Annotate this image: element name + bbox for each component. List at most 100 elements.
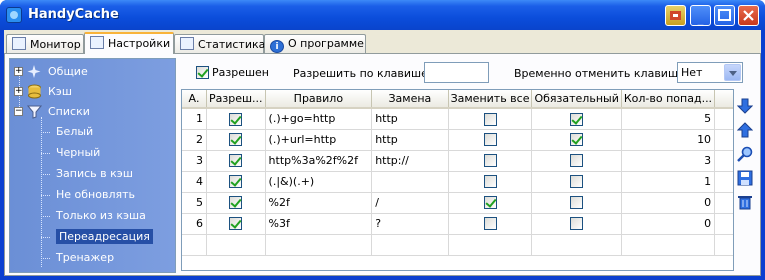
cell-enabled[interactable] (206, 108, 266, 130)
close-button[interactable] (738, 5, 759, 26)
cell-number[interactable]: 3 (182, 150, 208, 172)
cell-rule[interactable]: (.)+go=http (265, 108, 373, 130)
cell-required[interactable] (531, 108, 622, 130)
tree-item-lists[interactable]: − Списки (10, 102, 175, 122)
cell-hits[interactable]: 10 (621, 129, 716, 151)
cell-rule[interactable]: http%3a%2f%2f (265, 150, 373, 172)
cell-required[interactable] (531, 150, 622, 172)
checkbox[interactable] (483, 112, 497, 126)
cell-hits[interactable]: 0 (621, 213, 716, 235)
cell-replace[interactable] (371, 171, 449, 193)
cell-replace-all[interactable] (448, 129, 533, 151)
expand-icon[interactable]: + (14, 87, 23, 96)
tab-monitor[interactable]: Монитор (6, 34, 84, 53)
cell-hits[interactable]: 0 (621, 192, 716, 214)
cell-number[interactable]: 6 (182, 213, 208, 235)
cell-enabled[interactable] (206, 150, 266, 172)
cell-rule[interactable]: %3f (265, 213, 373, 235)
collapse-icon[interactable]: − (14, 107, 23, 116)
checkbox[interactable] (229, 175, 243, 189)
maximize-button[interactable] (714, 5, 735, 26)
cell-enabled[interactable] (206, 192, 266, 214)
tree-item-no-update[interactable]: Не обновлять (10, 185, 175, 205)
cell-rule[interactable] (265, 234, 373, 256)
cell-enabled[interactable] (206, 213, 266, 235)
cell-required[interactable] (531, 234, 622, 256)
expand-icon[interactable]: + (14, 67, 23, 76)
checkbox[interactable] (229, 133, 243, 147)
table-row[interactable]: 6 %3f? 0 (182, 213, 733, 235)
cell-replace-all[interactable] (448, 171, 533, 193)
tree-item-white[interactable]: Белый (10, 122, 175, 142)
hotkey-input[interactable] (424, 62, 489, 83)
table-row[interactable]: 3 http%3a%2f%2f http:// 3 (182, 150, 733, 172)
title-bar[interactable]: HandyCache _ (0, 0, 765, 30)
cell-required[interactable] (531, 192, 622, 214)
column-header-rule[interactable]: Правило (265, 90, 373, 109)
cell-required[interactable] (531, 213, 622, 235)
column-header-replace-all[interactable]: Заменить все (448, 90, 533, 109)
checkbox[interactable] (570, 133, 584, 147)
checkbox[interactable] (229, 154, 243, 168)
cell-rule[interactable]: (.|&)(.+) (265, 171, 373, 193)
table-row[interactable]: 1 (.)+go=http http 5 (182, 108, 733, 130)
tab-about[interactable]: i О программе (264, 34, 366, 53)
cell-hits[interactable]: 5 (621, 108, 716, 130)
checkbox[interactable] (483, 154, 497, 168)
cell-replace-all[interactable] (448, 150, 533, 172)
cell-enabled[interactable] (206, 171, 266, 193)
temp-disable-select[interactable]: Нет (677, 62, 743, 83)
cell-number[interactable]: 4 (182, 171, 208, 193)
checkbox[interactable] (483, 175, 497, 189)
delete-icon[interactable] (737, 194, 753, 210)
cell-number[interactable]: 5 (182, 192, 208, 214)
checkbox[interactable] (570, 112, 584, 126)
move-down-icon[interactable] (737, 98, 753, 114)
tab-settings[interactable]: Настройки (84, 32, 174, 54)
cell-hits[interactable]: 3 (621, 150, 716, 172)
column-header-required[interactable]: Обязательный (531, 90, 622, 109)
checkbox[interactable] (570, 175, 584, 189)
cell-replace-all[interactable] (448, 192, 533, 214)
table-row[interactable] (182, 234, 733, 256)
cell-replace[interactable] (371, 234, 449, 256)
checkbox[interactable] (570, 154, 584, 168)
cell-replace[interactable]: http (371, 108, 449, 130)
column-header-hits[interactable]: Кол-во попад... (621, 90, 716, 109)
tree-item-cache[interactable]: + Кэш (10, 82, 175, 102)
tree-item-general[interactable]: + Общие (10, 62, 175, 82)
save-icon[interactable] (737, 170, 753, 186)
tree-item-cache-only[interactable]: Только из кэша (10, 206, 175, 226)
cell-hits[interactable]: 1 (621, 171, 716, 193)
cell-enabled[interactable] (206, 129, 266, 151)
table-row[interactable]: 2 (.)+url=http http 10 (182, 129, 733, 151)
cell-replace[interactable]: / (371, 192, 449, 214)
table-row[interactable]: 5 %2f/ 0 (182, 192, 733, 214)
checkbox[interactable] (570, 196, 584, 210)
cell-replace-all[interactable] (448, 108, 533, 130)
cell-replace[interactable]: http:// (371, 150, 449, 172)
minimize-button[interactable]: _ (690, 5, 711, 26)
search-icon[interactable] (737, 146, 753, 162)
cell-required[interactable] (531, 129, 622, 151)
column-header-replace[interactable]: Замена (371, 90, 449, 109)
cell-replace-all[interactable] (448, 213, 533, 235)
checkbox[interactable] (570, 217, 584, 231)
cell-replace[interactable]: http (371, 129, 449, 151)
tree-item-write-cache[interactable]: Запись в кэш (10, 164, 175, 184)
enabled-checkbox[interactable] (196, 66, 209, 79)
checkbox[interactable] (483, 133, 497, 147)
column-header-enabled[interactable]: Разреш... (206, 90, 266, 109)
table-row[interactable]: 4 (.|&)(.+) 1 (182, 171, 733, 193)
checkbox[interactable] (483, 196, 497, 210)
chevron-down-icon[interactable] (724, 64, 741, 81)
move-up-icon[interactable] (737, 122, 753, 138)
tree-item-trainer[interactable]: Тренажер (10, 248, 175, 268)
cell-number[interactable]: 1 (182, 108, 208, 130)
cell-enabled[interactable] (206, 234, 266, 256)
checkbox[interactable] (229, 112, 243, 126)
cell-required[interactable] (531, 171, 622, 193)
cell-rule[interactable]: (.)+url=http (265, 129, 373, 151)
checkbox[interactable] (229, 196, 243, 210)
checkbox[interactable] (229, 217, 243, 231)
